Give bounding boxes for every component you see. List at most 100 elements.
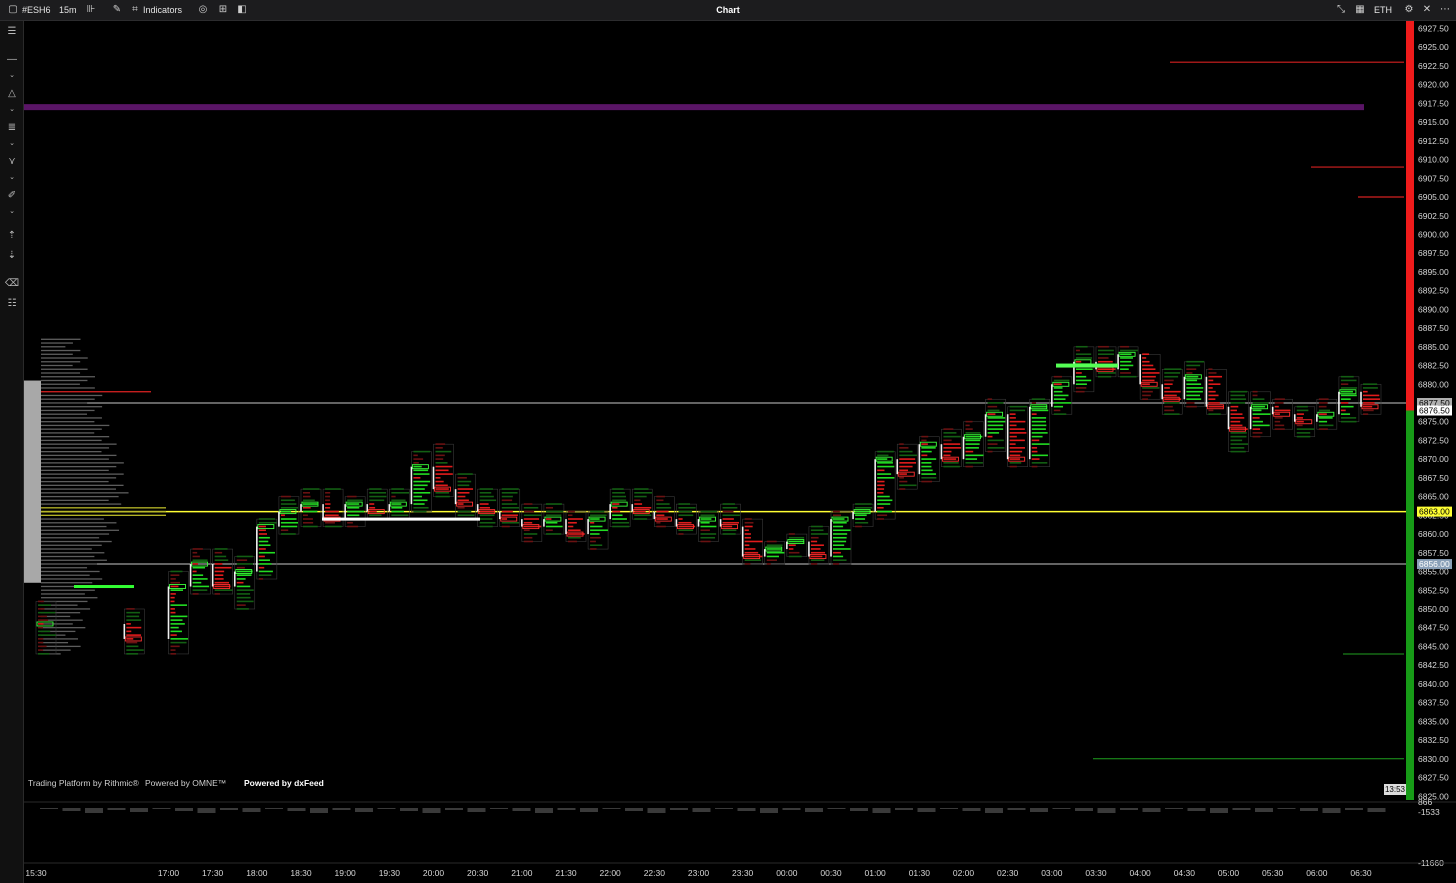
price-label: 6876.50 [1419, 406, 1450, 416]
indicators-button[interactable]: Indicators [143, 0, 182, 20]
price-tick-label: 6882.50 [1418, 361, 1449, 371]
volume-profile-row [41, 589, 95, 591]
calendar-icon[interactable]: ▦ [1353, 3, 1367, 17]
footprint-cell [634, 488, 649, 490]
panel-icon[interactable]: ◧ [235, 3, 249, 17]
footprint-cell [1230, 394, 1245, 397]
horizontal-line-icon[interactable]: — [4, 53, 20, 67]
volume-bar [625, 808, 643, 811]
volume-profile-row [41, 473, 124, 475]
time-tick-label: 00:00 [776, 868, 798, 878]
footprint-cell [877, 469, 885, 472]
footprint-cell [1186, 387, 1204, 389]
footprint-cell [1098, 353, 1114, 356]
footprint-cell [236, 589, 254, 591]
footprint-cell [1274, 405, 1279, 408]
volume-bar [940, 808, 958, 809]
volume-profile-row [41, 394, 103, 397]
volume-profile-row [41, 567, 88, 569]
footprint-cell [700, 536, 716, 539]
objects-icon[interactable]: ☷ [4, 297, 20, 311]
footprint-cell [656, 506, 672, 509]
footprint-cell [38, 626, 43, 629]
chevron-down-icon[interactable]: ⌄ [4, 137, 20, 151]
dropdown-icon[interactable]: ▢ [6, 3, 20, 17]
indicators-icon[interactable]: ⌗ [128, 3, 142, 17]
close-icon[interactable]: ✕ [1420, 3, 1434, 17]
price-tick-label: 6925.00 [1418, 42, 1449, 52]
footprint-cell [1053, 409, 1061, 412]
footprint-cell [788, 540, 804, 543]
volume-pane[interactable] [24, 803, 1406, 861]
footprint-cell [170, 593, 176, 595]
volume-profile-row [41, 480, 109, 483]
footprint-cell [1164, 387, 1170, 389]
footprint-cell [501, 521, 520, 524]
volume-bar [422, 808, 441, 813]
triangle-icon[interactable]: △ [4, 87, 20, 101]
timeframe-selector[interactable]: 15m [59, 0, 77, 20]
curve-icon[interactable]: ⋎ [4, 155, 20, 169]
more-icon[interactable]: ⋯ [1438, 3, 1452, 17]
volume-profile-row [41, 447, 110, 449]
chevron-down-icon[interactable]: ⌄ [4, 171, 20, 185]
footprint-cell [1274, 428, 1285, 430]
footprint-cell [280, 514, 285, 517]
volume-profile-row [41, 533, 110, 535]
crosshair-icon[interactable]: ☰ [4, 25, 20, 39]
expand-icon[interactable]: ⤡ [1334, 3, 1348, 17]
footprint-cell [943, 435, 961, 438]
footprint-cell [545, 521, 558, 524]
footprint-cell [1120, 353, 1132, 356]
eraser-icon[interactable]: ⌫ [4, 277, 20, 291]
layout-icon[interactable]: ⊞ [216, 3, 230, 17]
footprint-cell [678, 518, 683, 520]
short-position-icon[interactable]: ⇣ [4, 249, 20, 263]
template-icon[interactable]: ◎ [196, 3, 210, 17]
footprint-cell [678, 529, 694, 532]
time-tick-label: 23:00 [688, 868, 710, 878]
time-tick-label: 21:00 [511, 868, 533, 878]
footprint-cell [877, 450, 894, 453]
chevron-down-icon[interactable]: ⌄ [4, 103, 20, 117]
bar-type-icon[interactable]: ⊪ [84, 3, 98, 17]
plot-area[interactable] [24, 21, 1405, 800]
footprint-cell [855, 506, 873, 509]
footprint-cell [744, 536, 751, 539]
long-position-icon[interactable]: ⇡ [4, 229, 20, 243]
footprint-cell [391, 503, 402, 505]
footprint-cell [1186, 390, 1203, 393]
footprint-cell [479, 491, 492, 494]
gear-icon[interactable]: ⚙ [1402, 3, 1416, 17]
footprint-cell [1031, 413, 1037, 415]
footprint-cell [214, 574, 224, 576]
footprint-cell [568, 514, 573, 517]
volume-profile-row [41, 642, 69, 644]
footprint-cell [899, 443, 904, 445]
footprint-cell [435, 484, 448, 487]
session-selector[interactable]: ETH [1374, 0, 1392, 20]
text-icon[interactable]: ≣ [4, 121, 20, 135]
footprint-chart[interactable]: 6927.50 6925.00 6922.50 6920.00 6917.50 6915.… [0, 0, 1456, 883]
pencil-icon[interactable]: ✎ [110, 3, 124, 17]
footprint-cell [612, 495, 626, 498]
footprint-cell [656, 518, 668, 520]
volume-profile-row [41, 342, 73, 344]
volume-profile-row [41, 454, 117, 457]
footprint-cell [1230, 390, 1248, 393]
footprint-cell [1031, 435, 1043, 438]
symbol-selector[interactable]: #ESH6 [22, 0, 51, 20]
footprint-cell [810, 559, 825, 562]
footprint-cell [1252, 398, 1265, 400]
chevron-down-icon[interactable]: ⌄ [4, 69, 20, 83]
footprint-cell [280, 495, 291, 498]
footprint-cell [479, 518, 493, 520]
ruler-icon[interactable]: ✐ [4, 189, 20, 203]
footprint-cell [943, 462, 959, 464]
footprint-cell [987, 428, 1004, 430]
footprint-cell [1296, 409, 1309, 412]
chevron-down-icon[interactable]: ⌄ [4, 205, 20, 219]
footprint-cell [1340, 398, 1351, 400]
footprint-cell [1031, 439, 1040, 442]
footprint-cell [391, 495, 396, 498]
